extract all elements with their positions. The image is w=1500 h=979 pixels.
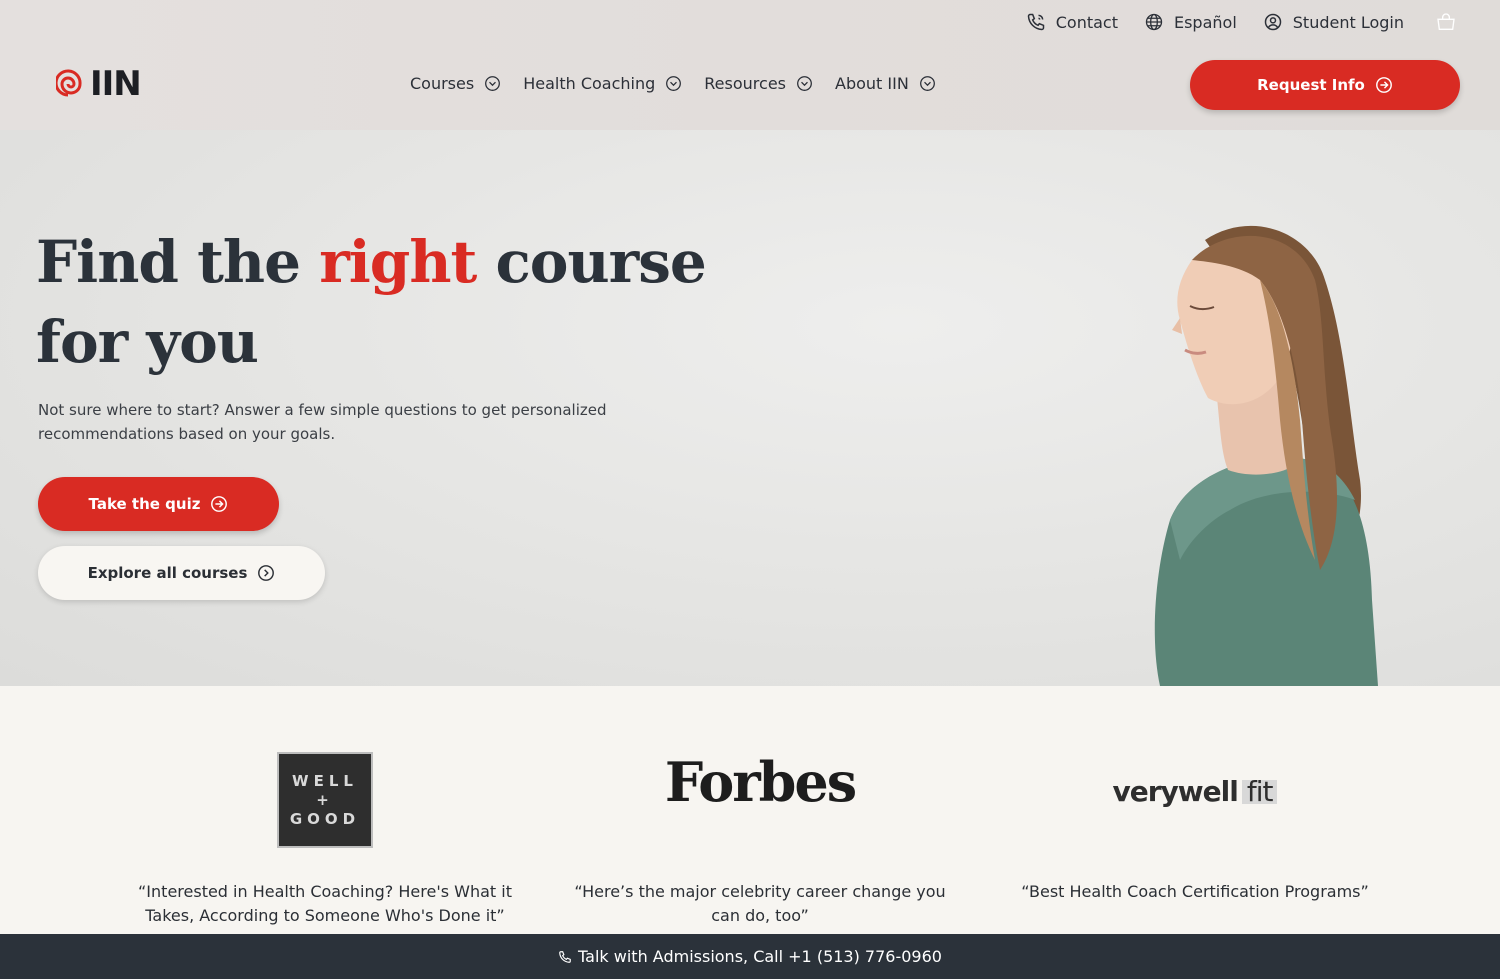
press-quote: “Here’s the major celebrity career chang… <box>574 882 946 925</box>
user-circle-icon <box>1264 13 1282 31</box>
phone-icon <box>1027 13 1044 31</box>
nav-resources-label: Resources <box>704 74 786 93</box>
hero-section: Find the right course for you Not sure w… <box>0 130 1500 686</box>
chevron-down-icon <box>797 76 812 91</box>
phone-icon <box>559 950 571 963</box>
nav-resources[interactable]: Resources <box>704 74 813 93</box>
hero-headline: Find the right course for you <box>36 222 736 382</box>
press-quote: “Interested in Health Coaching? Here's W… <box>138 882 512 925</box>
take-quiz-label: Take the quiz <box>88 495 201 513</box>
iin-logo[interactable]: IIN <box>56 64 142 104</box>
fit-text: fit <box>1241 778 1278 806</box>
hero-woman-image <box>1154 225 1378 686</box>
spiral-logo-icon <box>56 69 82 97</box>
explore-courses-label: Explore all courses <box>87 564 248 582</box>
well-good-logo[interactable]: WELL + GOOD <box>277 752 373 848</box>
arrow-right-circle-icon <box>211 496 228 512</box>
headline-part1: Find the <box>36 228 320 296</box>
verywell-fit-logo[interactable]: verywell fit <box>1005 778 1385 806</box>
nav-about-iin[interactable]: About IIN <box>835 74 936 93</box>
main-nav: Courses Health Coaching Resources About … <box>410 74 936 93</box>
nav-health-coaching[interactable]: Health Coaching <box>523 74 682 93</box>
nav-health-coaching-label: Health Coaching <box>523 74 656 93</box>
nav-courses[interactable]: Courses <box>410 74 501 93</box>
shopping-bag-icon[interactable] <box>1436 12 1456 32</box>
arrow-right-circle-icon <box>1375 77 1392 93</box>
nav-about-iin-label: About IIN <box>835 74 909 93</box>
press-section: WELL + GOOD “Interested in Health Coachi… <box>0 686 1500 934</box>
language-label: Español <box>1173 12 1237 32</box>
verywell-text: verywell <box>1112 775 1239 808</box>
request-info-label: Request Info <box>1257 76 1365 94</box>
student-login-label: Student Login <box>1292 12 1404 32</box>
language-link[interactable]: Español <box>1144 12 1237 32</box>
wg-line-3: GOOD <box>289 809 361 828</box>
wg-line-1: WELL <box>292 771 358 790</box>
logo-text: IIN <box>90 64 142 104</box>
forbes-logo[interactable]: Forbes <box>570 755 950 809</box>
chevron-down-icon <box>666 76 682 91</box>
explore-courses-button[interactable]: Explore all courses <box>38 546 325 600</box>
contact-label: Contact <box>1055 12 1118 32</box>
student-login-link[interactable]: Student Login <box>1263 12 1404 32</box>
wg-line-2: + <box>316 790 334 809</box>
globe-icon <box>1145 13 1163 31</box>
admissions-call-bar[interactable]: Talk with Admissions, Call +1 (513) 776-… <box>0 934 1500 979</box>
chevron-down-icon <box>485 76 501 91</box>
chevron-down-icon <box>919 76 935 91</box>
headline-accent: right <box>319 228 477 296</box>
hero-subtext: Not sure where to start? Answer a few si… <box>38 401 607 443</box>
press-quote: “Best Health Coach Certification Program… <box>1021 882 1369 901</box>
utility-nav: Contact Español Student Login <box>1026 12 1456 32</box>
nav-courses-label: Courses <box>410 74 475 93</box>
request-info-button[interactable]: Request Info <box>1190 60 1460 110</box>
admissions-call-text: Talk with Admissions, Call +1 (513) 776-… <box>578 947 942 966</box>
contact-link[interactable]: Contact <box>1026 12 1118 32</box>
play-circle-icon <box>258 565 275 581</box>
site-header: Contact Español Student Login IIN Course… <box>0 0 1500 130</box>
take-quiz-button[interactable]: Take the quiz <box>38 477 279 531</box>
